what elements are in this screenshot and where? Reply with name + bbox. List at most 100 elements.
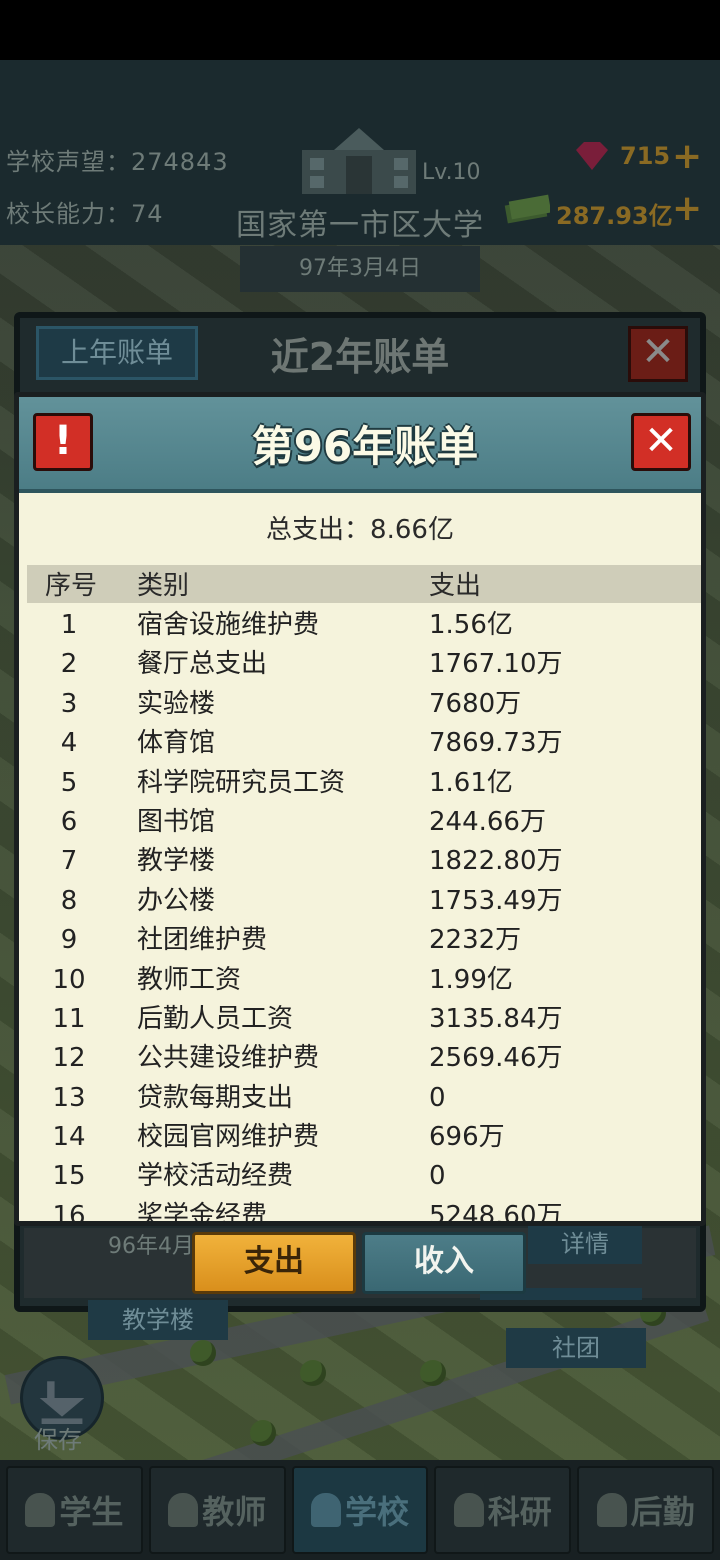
save-label: 保存 [34, 1426, 82, 1454]
row-category: 奖学金经费 [137, 1200, 268, 1221]
table-row: 2 餐厅总支出 1767.10万 [27, 644, 701, 683]
expense-tab[interactable]: 支出 [192, 1232, 356, 1294]
building-label-teaching[interactable]: 教学楼 [88, 1300, 228, 1340]
popup-title: 第96年账单 [251, 422, 479, 471]
table-row: 7 教学楼 1822.80万 [27, 841, 701, 880]
row-category: 后勤人员工资 [137, 1003, 294, 1034]
row-category: 科学院研究员工资 [137, 767, 346, 798]
table-row: 12 公共建设维护费 2569.46万 [27, 1038, 701, 1077]
row-number: 16 [52, 1200, 86, 1221]
table-row: 3 实验楼 7680万 [27, 684, 701, 723]
research-icon [453, 1493, 484, 1527]
row-number: 10 [52, 964, 86, 995]
row-category: 校园官网维护费 [137, 1122, 320, 1153]
tree [250, 1420, 276, 1446]
nav-tab-students[interactable]: 学生 [6, 1466, 143, 1554]
row-category: 实验楼 [137, 688, 216, 719]
table-row: 14 校园官网维护费 696万 [27, 1117, 701, 1156]
row-number: 1 [60, 610, 78, 640]
row-number: 5 [60, 767, 78, 798]
row-number: 15 [52, 1161, 86, 1192]
row-number: 6 [60, 806, 78, 837]
table-row: 15 学校活动经费 0 [27, 1156, 701, 1195]
table-row: 4 体育馆 7869.73万 [27, 723, 701, 762]
row-category: 贷款每期支出 [137, 1082, 294, 1113]
expense-table[interactable]: 1 宿舍设施维护费 1.56亿 2 餐厅总支出 1767.10万 3 实验楼 7680万 4 体育馆… [27, 605, 701, 1221]
row-category: 体育馆 [137, 728, 216, 759]
nav-tab-research[interactable]: 科研 [434, 1466, 572, 1554]
income-tab[interactable]: 收入 [362, 1232, 526, 1294]
add-money-button[interactable]: + [672, 191, 702, 227]
close-button[interactable]: ✕ [631, 413, 691, 471]
detail-button[interactable]: 详情 [528, 1224, 642, 1264]
nav-tab-label: 学生 [59, 1493, 124, 1531]
row-amount: 1767.10万 [429, 649, 563, 680]
warning-icon: ! [33, 413, 93, 471]
row-category: 教学楼 [137, 846, 216, 877]
add-gems-button[interactable]: + [672, 139, 702, 175]
table-row: 8 办公楼 1753.49万 [27, 881, 701, 920]
table-row: 6 图书馆 244.66万 [27, 802, 701, 841]
previous-year-bill-button[interactable]: 上年账单 [36, 326, 198, 380]
student-icon [25, 1493, 56, 1527]
school-icon [310, 1493, 341, 1527]
nav-tab-teachers[interactable]: 教师 [148, 1466, 286, 1554]
row-number: 8 [60, 885, 78, 916]
bottom-navigation: 学生 教师 学校 科研 后勤 [0, 1460, 720, 1560]
game-date: 97年3月4日 [240, 246, 480, 292]
row-category: 办公楼 [137, 885, 216, 916]
school-building-icon [302, 128, 416, 194]
tree [300, 1360, 326, 1386]
row-number: 3 [60, 688, 78, 719]
two-year-bill-title: 近2年账单 [270, 335, 450, 379]
row-amount: 2232万 [429, 925, 522, 956]
row-category: 餐厅总支出 [137, 649, 268, 680]
logistics-icon [596, 1493, 627, 1527]
row-category: 图书馆 [137, 806, 216, 837]
nav-tab-logistics[interactable]: 后勤 [577, 1466, 714, 1554]
table-row: 5 科学院研究员工资 1.61亿 [27, 763, 701, 802]
table-row: 16 奖学金经费 5248.60万 [27, 1196, 701, 1221]
row-category: 宿舍设施维护费 [137, 610, 320, 640]
row-amount: 1822.80万 [429, 846, 563, 877]
nav-tab-label: 科研 [487, 1493, 552, 1531]
row-amount: 5248.60万 [429, 1200, 563, 1221]
total-expense: 总支出：8.66亿 [266, 515, 454, 545]
nav-tab-label: 后勤 [630, 1493, 695, 1531]
header-category: 类别 [137, 571, 190, 601]
nav-tab-label: 教师 [202, 1493, 267, 1531]
reputation-text: 学校声望：274843 [6, 148, 229, 176]
row-category: 公共建设维护费 [137, 1043, 320, 1074]
row-category: 学校活动经费 [137, 1161, 294, 1192]
header-amount: 支出 [429, 571, 482, 601]
row-number: 11 [52, 1003, 86, 1034]
row-number: 9 [60, 925, 78, 956]
gem-icon [576, 142, 608, 170]
gem-count: 715 [620, 142, 671, 170]
row-category: 教师工资 [137, 964, 242, 995]
school-name: 国家第一市区大学 [236, 208, 484, 243]
table-row: 9 社团维护费 2232万 [27, 920, 701, 959]
row-amount: 0 [429, 1082, 446, 1113]
row-number: 14 [52, 1122, 86, 1153]
row-number: 4 [60, 728, 78, 759]
status-bar [0, 0, 720, 60]
school-level: Lv.10 [422, 160, 481, 185]
row-amount: 0 [429, 1161, 446, 1192]
panel-close-button[interactable]: ✕ [628, 326, 688, 382]
row-amount: 3135.84万 [429, 1003, 563, 1034]
bill-entry-date: 96年4月 [108, 1234, 194, 1259]
nav-tab-label: 学校 [344, 1493, 409, 1531]
row-amount: 1.99亿 [429, 964, 513, 995]
tree [190, 1340, 216, 1366]
row-amount: 1753.49万 [429, 885, 563, 916]
row-amount: 2569.46万 [429, 1043, 563, 1074]
table-row: 11 后勤人员工资 3135.84万 [27, 999, 701, 1038]
table-row: 1 宿舍设施维护费 1.56亿 [27, 605, 701, 644]
nav-tab-school[interactable]: 学校 [291, 1466, 429, 1554]
row-amount: 244.66万 [429, 806, 546, 837]
tree [420, 1360, 446, 1386]
building-label-club[interactable]: 社团 [506, 1328, 646, 1368]
row-amount: 1.61亿 [429, 767, 513, 798]
header-no: 序号 [45, 571, 98, 601]
